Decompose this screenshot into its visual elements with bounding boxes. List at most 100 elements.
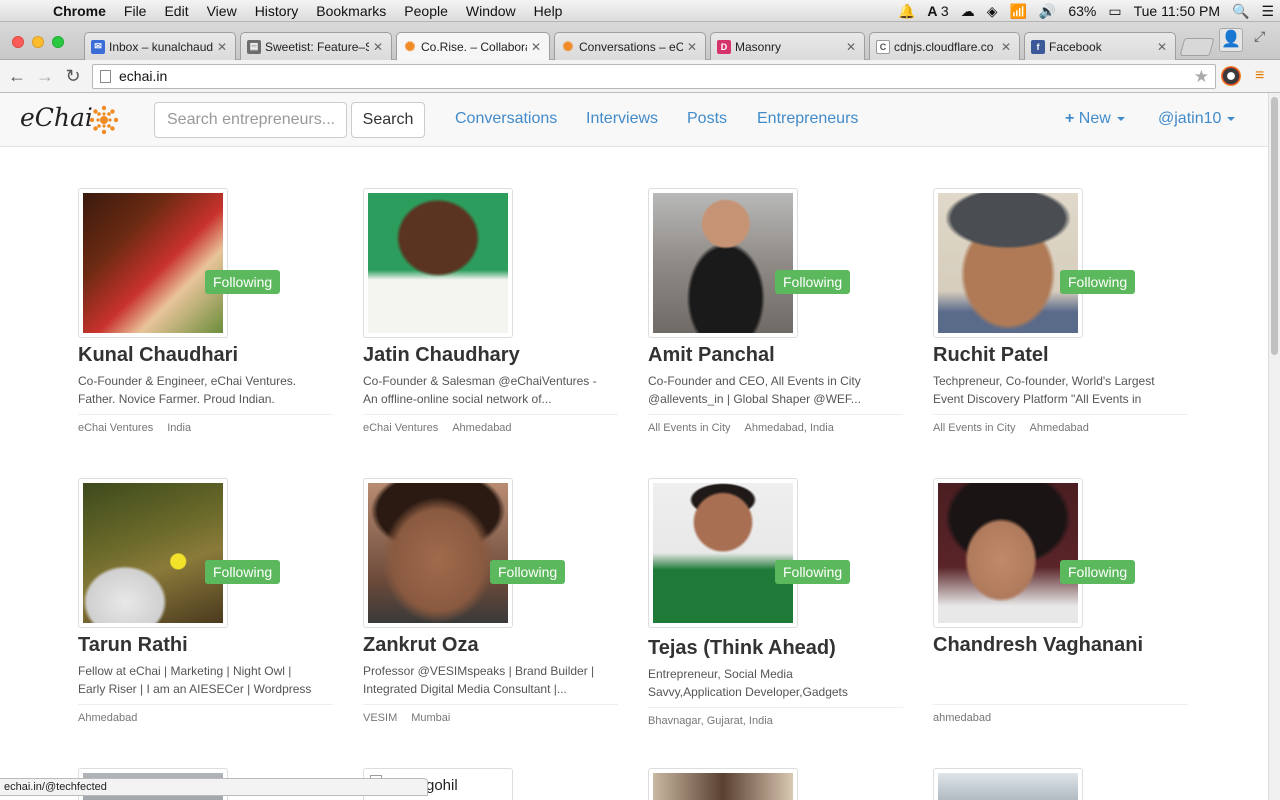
menu-file[interactable]: File: [115, 3, 156, 19]
following-button[interactable]: Following: [775, 270, 851, 294]
chrome-menu-icon[interactable]: ≡: [1255, 67, 1264, 85]
card-divider: [78, 414, 333, 415]
search-button[interactable]: Search: [351, 102, 425, 138]
person-name[interactable]: Kunal Chaudhari: [78, 344, 238, 367]
following-button[interactable]: Following: [490, 560, 566, 584]
page-scrollbar[interactable]: [1268, 93, 1280, 800]
avatar[interactable]: [648, 478, 798, 628]
avatar[interactable]: [933, 768, 1083, 800]
following-button[interactable]: Following: [1060, 270, 1136, 294]
following-button[interactable]: Following: [205, 560, 281, 584]
extension-icon[interactable]: [1221, 66, 1241, 86]
person-meta: VESIM Mumbai: [363, 712, 464, 724]
menu-history[interactable]: History: [246, 3, 308, 19]
nav-posts[interactable]: Posts: [687, 110, 727, 128]
close-tab-icon[interactable]: ✕: [1157, 40, 1169, 54]
company-tag: eChai Ventures: [78, 422, 154, 434]
following-button[interactable]: Following: [1060, 560, 1136, 584]
search-input[interactable]: [154, 102, 347, 138]
avatar[interactable]: [363, 188, 513, 338]
user-dropdown[interactable]: @jatin10: [1158, 110, 1236, 128]
menu-bookmarks[interactable]: Bookmarks: [307, 3, 395, 19]
avatar[interactable]: [648, 188, 798, 338]
bookmark-star-icon[interactable]: ★: [1194, 65, 1209, 88]
close-tab-icon[interactable]: ✕: [1001, 40, 1013, 54]
facebook-icon: f: [1031, 39, 1045, 54]
menu-window[interactable]: Window: [457, 3, 525, 19]
reload-icon[interactable]: ↻: [61, 64, 85, 88]
new-dropdown[interactable]: + New: [1065, 110, 1125, 128]
wifi-icon[interactable]: 📶: [1009, 3, 1026, 20]
following-button[interactable]: Following: [205, 270, 281, 294]
dropbox-icon[interactable]: ◈: [987, 3, 998, 20]
close-tab-icon[interactable]: ✕: [531, 40, 543, 54]
tab-conversations[interactable]: ✺ Conversations – eC ✕: [554, 32, 706, 60]
brand-logo[interactable]: eChai: [20, 103, 93, 132]
address-bar[interactable]: echai.in ★: [92, 64, 1216, 89]
tab-corise[interactable]: ✺ Co.Rise. – Collabora ✕: [396, 32, 550, 60]
menu-app-chrome[interactable]: Chrome: [44, 3, 115, 19]
avatar[interactable]: [363, 478, 513, 628]
os-menubar: Chrome File Edit View History Bookmarks …: [0, 0, 1280, 22]
close-tab-icon[interactable]: ✕: [373, 40, 385, 54]
echai-favicon-icon: ✺: [404, 38, 416, 54]
person-name[interactable]: Jatin Chaudhary: [363, 344, 520, 367]
new-tab-button[interactable]: [1179, 38, 1215, 56]
menu-people[interactable]: People: [395, 3, 457, 19]
tab-facebook[interactable]: f Facebook ✕: [1024, 32, 1176, 60]
nav-entrepreneurs[interactable]: Entrepreneurs: [757, 110, 858, 128]
following-button[interactable]: Following: [775, 560, 851, 584]
person-meta: ahmedabad: [933, 712, 1005, 724]
person-name[interactable]: Amit Panchal: [648, 344, 775, 367]
close-window-button[interactable]: [12, 36, 24, 48]
person-name[interactable]: Zankrut Oza: [363, 634, 479, 657]
avatar[interactable]: [933, 478, 1083, 628]
adobe-icon[interactable]: A 3: [927, 3, 948, 19]
person-name[interactable]: Ruchit Patel: [933, 344, 1049, 367]
menu-view[interactable]: View: [198, 3, 246, 19]
creative-cloud-icon[interactable]: ☁: [961, 3, 975, 20]
avatar[interactable]: [78, 478, 228, 628]
echai-sun-icon[interactable]: [88, 104, 120, 136]
battery-icon[interactable]: ▭: [1108, 3, 1121, 20]
menu-edit[interactable]: Edit: [155, 3, 197, 19]
location-tag: Ahmedabad: [452, 422, 512, 434]
avatar[interactable]: [78, 188, 228, 338]
battery-percent[interactable]: 63%: [1068, 3, 1096, 19]
back-icon[interactable]: ←: [5, 64, 29, 88]
close-tab-icon[interactable]: ✕: [217, 40, 229, 54]
gmail-icon: ✉: [91, 39, 105, 54]
person-meta: All Events in City Ahmedabad: [933, 422, 1103, 434]
minimize-window-button[interactable]: [32, 36, 44, 48]
location-tag: Bhavnagar, Gujarat, India: [648, 715, 773, 727]
menu-help[interactable]: Help: [525, 3, 572, 19]
profile-icon[interactable]: 👤: [1219, 28, 1243, 52]
clock[interactable]: Tue 11:50 PM: [1134, 3, 1220, 19]
avatar[interactable]: [648, 768, 798, 800]
scrollbar-thumb[interactable]: [1271, 97, 1278, 355]
tab-masonry[interactable]: D Masonry ✕: [710, 32, 865, 60]
close-tab-icon[interactable]: ✕: [687, 40, 699, 54]
nav-interviews[interactable]: Interviews: [586, 110, 658, 128]
close-tab-icon[interactable]: ✕: [846, 40, 858, 54]
avatar[interactable]: [933, 188, 1083, 338]
notification-center-icon[interactable]: ☰: [1261, 3, 1274, 20]
card-divider: [363, 704, 618, 705]
adobe-badge: 3: [940, 3, 949, 19]
forward-icon[interactable]: →: [33, 64, 57, 88]
zoom-window-button[interactable]: [52, 36, 64, 48]
person-name[interactable]: Tejas (Think Ahead): [648, 637, 836, 660]
echai-favicon-icon: ✺: [562, 38, 574, 54]
tab-cdnjs[interactable]: Ccdnjs.cloudflare.co ✕: [869, 32, 1020, 60]
notification-bell-icon[interactable]: 🔔: [898, 3, 915, 20]
volume-icon[interactable]: 🔊: [1039, 3, 1056, 20]
tab-inbox[interactable]: ✉ Inbox – kunalchaud ✕: [84, 32, 236, 60]
person-name[interactable]: Chandresh Vaghanani: [933, 634, 1143, 657]
nav-conversations[interactable]: Conversations: [455, 110, 557, 128]
card-divider: [933, 414, 1188, 415]
fullscreen-icon[interactable]: ⤢: [1254, 28, 1265, 45]
spotlight-icon[interactable]: 🔍: [1232, 3, 1249, 20]
person-name[interactable]: Tarun Rathi: [78, 634, 188, 657]
card-divider: [648, 414, 903, 415]
tab-sweetist[interactable]: ▤ Sweetist: Feature–S ✕: [240, 32, 392, 60]
